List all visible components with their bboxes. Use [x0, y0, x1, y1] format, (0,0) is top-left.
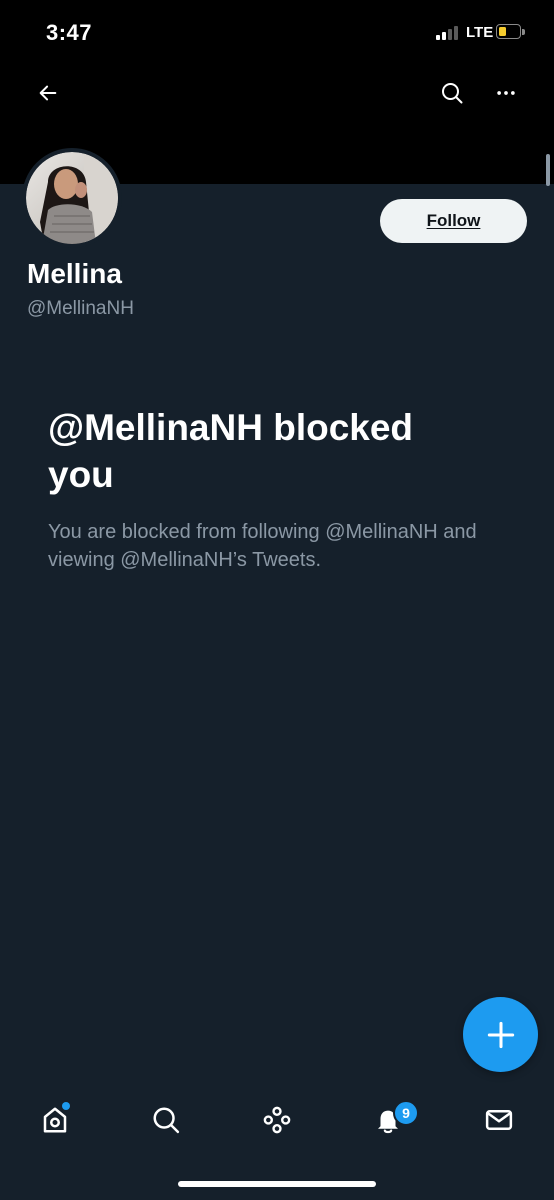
follow-button[interactable]: Follow — [380, 199, 527, 243]
avatar[interactable] — [22, 148, 122, 248]
mail-icon — [485, 1110, 513, 1130]
tab-home[interactable] — [27, 1098, 83, 1142]
home-unread-dot — [62, 1102, 70, 1110]
blocked-title: @MellinaNH blocked you — [48, 407, 414, 495]
more-horizontal-icon — [497, 91, 515, 95]
tab-search[interactable] — [138, 1098, 194, 1142]
network-label: LTE — [466, 24, 494, 41]
spaces-icon — [263, 1106, 291, 1134]
notification-count-badge: 9 — [393, 1100, 419, 1126]
search-icon — [153, 1107, 180, 1134]
battery-icon — [496, 24, 526, 41]
status-time: 3:47 — [46, 20, 93, 45]
plus-icon — [487, 1021, 514, 1048]
signal-strength-icon — [436, 26, 462, 40]
display-name: Mellina — [27, 258, 122, 289]
home-indicator[interactable] — [178, 1181, 376, 1187]
back-button[interactable] — [28, 73, 68, 113]
scroll-indicator[interactable] — [546, 154, 550, 186]
search-button[interactable] — [432, 73, 472, 113]
user-handle: @MellinaNH — [27, 298, 134, 319]
search-icon — [442, 83, 463, 104]
blocked-description: You are blocked from following @MellinaN… — [48, 521, 477, 571]
tab-spaces[interactable] — [249, 1098, 305, 1142]
more-options-button[interactable] — [486, 73, 526, 113]
profile-screen: 3:47 LTE Follow Mellina @MellinaNH @Mell… — [0, 0, 554, 1200]
tab-messages[interactable] — [471, 1098, 527, 1142]
compose-tweet-button[interactable] — [463, 997, 538, 1072]
arrow-left-icon — [39, 85, 57, 101]
tab-notifications[interactable]: 9 — [360, 1098, 419, 1142]
avatar-photo — [26, 152, 118, 244]
